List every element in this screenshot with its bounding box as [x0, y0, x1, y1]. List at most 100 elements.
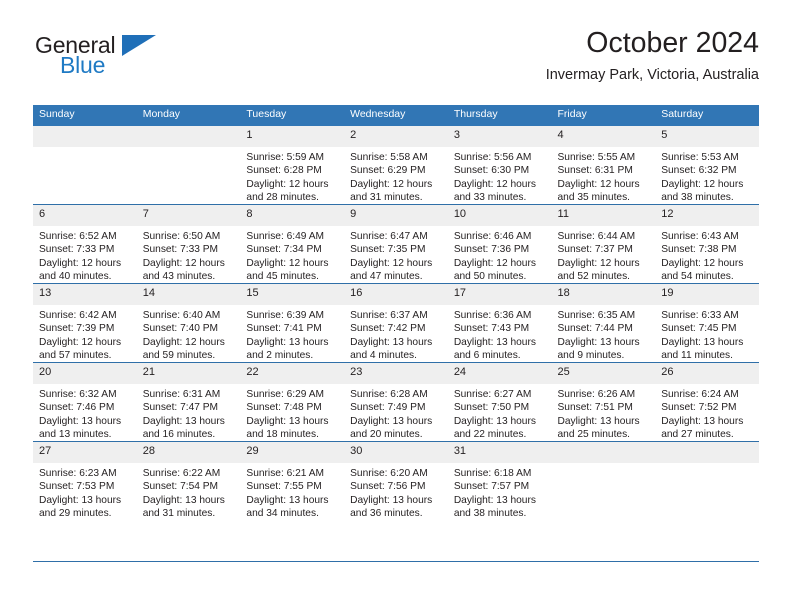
sunset-text: Sunset: 7:54 PM	[142, 481, 219, 493]
sunset-text: Sunset: 7:35 PM	[350, 244, 426, 256]
daylight-text-cont: and 54 minutes.	[661, 271, 734, 283]
daylight-text-cont: and 35 minutes.	[557, 192, 631, 204]
sunset-text: Sunset: 7:49 PM	[350, 402, 426, 414]
daylight-text-cont: and 57 minutes.	[39, 350, 112, 362]
daylight-text-cont	[39, 191, 131, 205]
sunset-text: Sunset: 7:36 PM	[453, 244, 530, 256]
calendar-day-cell[interactable]: 18 Sunrise: 6:35 AM Sunset: 7:44 PM Dayligh…	[551, 282, 656, 363]
calendar-day-cell-empty	[136, 125, 241, 205]
day-details	[33, 147, 137, 204]
sunset-text: Sunset: 7:52 PM	[661, 402, 737, 414]
calendar-day-cell[interactable]: 3 Sunrise: 5:56 AM Sunset: 6:30 PM Daylight…	[447, 125, 552, 205]
calendar-day-cell[interactable]: 24 Sunrise: 6:27 AM Sunset: 7:50 PM Dayligh…	[447, 361, 552, 442]
calendar-day-cell[interactable]: 23 Sunrise: 6:28 AM Sunset: 7:49 PM Dayligh…	[344, 361, 448, 442]
daylight-text-cont: and 27 minutes.	[661, 429, 734, 441]
day-details: Sunrise: 6:47 AM Sunset: 7:35 PM Daylight:…	[344, 226, 448, 283]
day-number: 23	[344, 362, 448, 384]
sunrise-text: Sunrise: 5:58 AM	[350, 151, 428, 163]
sunset-text: Sunset: 7:40 PM	[142, 323, 219, 335]
daylight-text-cont: and 25 minutes.	[557, 429, 631, 441]
calendar-day-cell[interactable]: 31 Sunrise: 6:18 AM Sunset: 7:57 PM Dayligh…	[447, 440, 552, 520]
sunset-text: Sunset: 7:34 PM	[246, 244, 322, 256]
sunrise-text: Sunrise: 6:33 AM	[661, 309, 739, 321]
day-number: 30	[344, 441, 448, 463]
daylight-text: Daylight: 12 hours	[557, 257, 640, 269]
calendar-day-cell[interactable]: 27 Sunrise: 6:23 AM Sunset: 7:53 PM Dayligh…	[33, 440, 137, 520]
day-number: 17	[447, 283, 552, 305]
day-number: 28	[136, 441, 241, 463]
page-header: General Blue October 2024 Invermay Park,…	[33, 27, 759, 98]
day-details	[655, 463, 759, 520]
daylight-text-cont: and 40 minutes.	[39, 271, 112, 283]
daylight-text: Daylight: 12 hours	[246, 178, 329, 190]
day-number: 4	[551, 125, 656, 147]
daylight-text: Daylight: 12 hours	[142, 336, 225, 348]
daylight-text-cont: and 38 minutes.	[661, 192, 734, 204]
calendar-day-cell[interactable]: 16 Sunrise: 6:37 AM Sunset: 7:42 PM Dayligh…	[344, 282, 448, 363]
sunrise-text: Sunrise: 6:28 AM	[350, 388, 428, 400]
sunrise-text: Sunrise: 6:20 AM	[350, 467, 428, 479]
daylight-text	[661, 494, 753, 508]
calendar-day-cell[interactable]: 22 Sunrise: 6:29 AM Sunset: 7:48 PM Dayligh…	[240, 361, 345, 442]
day-number: 13	[33, 283, 137, 305]
calendar-day-cell[interactable]: 4 Sunrise: 5:55 AM Sunset: 6:31 PM Daylight…	[551, 125, 656, 205]
day-details: Sunrise: 6:29 AM Sunset: 7:48 PM Daylight:…	[240, 384, 344, 441]
daylight-text-cont: and 34 minutes.	[246, 508, 319, 520]
calendar-day-cell[interactable]: 28 Sunrise: 6:22 AM Sunset: 7:54 PM Dayligh…	[136, 440, 241, 520]
calendar-day-cell[interactable]: 30 Sunrise: 6:20 AM Sunset: 7:56 PM Dayligh…	[344, 440, 448, 520]
calendar-day-cell[interactable]: 15 Sunrise: 6:39 AM Sunset: 7:41 PM Dayligh…	[240, 282, 345, 363]
calendar-week-row: 13 Sunrise: 6:42 AM Sunset: 7:39 PM Dayligh…	[33, 282, 759, 363]
day-details: Sunrise: 5:59 AM Sunset: 6:28 PM Daylight:…	[240, 147, 344, 204]
sunset-text: Sunset: 7:51 PM	[557, 402, 633, 414]
daylight-text-cont: and 4 minutes.	[350, 350, 417, 362]
calendar-day-cell[interactable]: 7 Sunrise: 6:50 AM Sunset: 7:33 PM Daylight…	[136, 203, 241, 284]
calendar-day-cell[interactable]: 1 Sunrise: 5:59 AM Sunset: 6:28 PM Daylight…	[240, 125, 345, 205]
calendar-day-cell[interactable]: 5 Sunrise: 5:53 AM Sunset: 6:32 PM Daylight…	[655, 125, 759, 205]
calendar-day-cell[interactable]: 8 Sunrise: 6:49 AM Sunset: 7:34 PM Daylight…	[240, 203, 345, 284]
calendar-day-cell[interactable]: 6 Sunrise: 6:52 AM Sunset: 7:33 PM Daylight…	[33, 203, 137, 284]
daylight-text-cont: and 47 minutes.	[350, 271, 423, 283]
daylight-text-cont: and 6 minutes.	[453, 350, 521, 362]
daylight-text: Daylight: 13 hours	[557, 415, 640, 427]
daylight-text: Daylight: 12 hours	[453, 178, 536, 190]
calendar-day-cell[interactable]: 25 Sunrise: 6:26 AM Sunset: 7:51 PM Dayligh…	[551, 361, 656, 442]
sunrise-text: Sunrise: 6:22 AM	[142, 467, 221, 479]
calendar-day-cell[interactable]: 29 Sunrise: 6:21 AM Sunset: 7:55 PM Dayligh…	[240, 440, 345, 520]
calendar-day-cell[interactable]: 9 Sunrise: 6:47 AM Sunset: 7:35 PM Daylight…	[344, 203, 448, 284]
sunrise-text: Sunrise: 6:44 AM	[557, 230, 636, 242]
calendar-day-cell[interactable]: 13 Sunrise: 6:42 AM Sunset: 7:39 PM Dayligh…	[33, 282, 137, 363]
daylight-text: Daylight: 12 hours	[661, 178, 744, 190]
calendar-day-cell[interactable]: 26 Sunrise: 6:24 AM Sunset: 7:52 PM Dayligh…	[655, 361, 759, 442]
day-details: Sunrise: 6:52 AM Sunset: 7:33 PM Daylight:…	[33, 226, 137, 283]
brand-name-bottom: Blue	[60, 52, 106, 78]
sunrise-text: Sunrise: 6:37 AM	[350, 309, 428, 321]
calendar-day-cell[interactable]: 11 Sunrise: 6:44 AM Sunset: 7:37 PM Dayligh…	[551, 203, 656, 284]
sunset-text: Sunset: 7:47 PM	[142, 402, 219, 414]
day-details: Sunrise: 6:32 AM Sunset: 7:46 PM Daylight:…	[33, 384, 137, 441]
calendar-day-cell[interactable]: 20 Sunrise: 6:32 AM Sunset: 7:46 PM Dayligh…	[33, 361, 137, 442]
daylight-text: Daylight: 13 hours	[557, 336, 640, 348]
daylight-text-cont: and 13 minutes.	[39, 429, 112, 441]
sunrise-text: Sunrise: 6:26 AM	[557, 388, 636, 400]
daylight-text: Daylight: 13 hours	[661, 336, 744, 348]
page-subtitle: Invermay Park, Victoria, Australia	[545, 67, 759, 84]
day-details: Sunrise: 5:56 AM Sunset: 6:30 PM Daylight:…	[448, 147, 552, 204]
calendar-day-cell[interactable]: 17 Sunrise: 6:36 AM Sunset: 7:43 PM Dayligh…	[447, 282, 552, 363]
calendar-day-cell[interactable]: 12 Sunrise: 6:43 AM Sunset: 7:38 PM Dayligh…	[655, 203, 759, 284]
calendar-day-cell[interactable]: 14 Sunrise: 6:40 AM Sunset: 7:40 PM Dayligh…	[136, 282, 241, 363]
daylight-text: Daylight: 13 hours	[246, 494, 329, 506]
calendar-day-cell[interactable]: 2 Sunrise: 5:58 AM Sunset: 6:29 PM Daylight…	[344, 125, 448, 205]
calendar-week-row: 27 Sunrise: 6:23 AM Sunset: 7:53 PM Dayligh…	[33, 440, 759, 520]
sunrise-text	[143, 151, 235, 165]
daylight-text-cont: and 38 minutes.	[453, 508, 527, 520]
calendar-day-cell[interactable]: 21 Sunrise: 6:31 AM Sunset: 7:47 PM Dayligh…	[136, 361, 241, 442]
calendar-day-cell[interactable]: 19 Sunrise: 6:33 AM Sunset: 7:45 PM Dayligh…	[655, 282, 759, 363]
weekday-header-friday: Friday	[551, 105, 656, 126]
daylight-text: Daylight: 12 hours	[350, 257, 433, 269]
calendar-day-cell-empty	[33, 125, 137, 205]
day-number: 31	[447, 441, 552, 463]
day-details: Sunrise: 6:20 AM Sunset: 7:56 PM Daylight:…	[344, 463, 448, 520]
calendar-day-cell[interactable]: 10 Sunrise: 6:46 AM Sunset: 7:36 PM Dayligh…	[447, 203, 552, 284]
day-details: Sunrise: 6:21 AM Sunset: 7:55 PM Daylight:…	[240, 463, 344, 520]
brand-logo[interactable]: General Blue	[33, 34, 233, 90]
